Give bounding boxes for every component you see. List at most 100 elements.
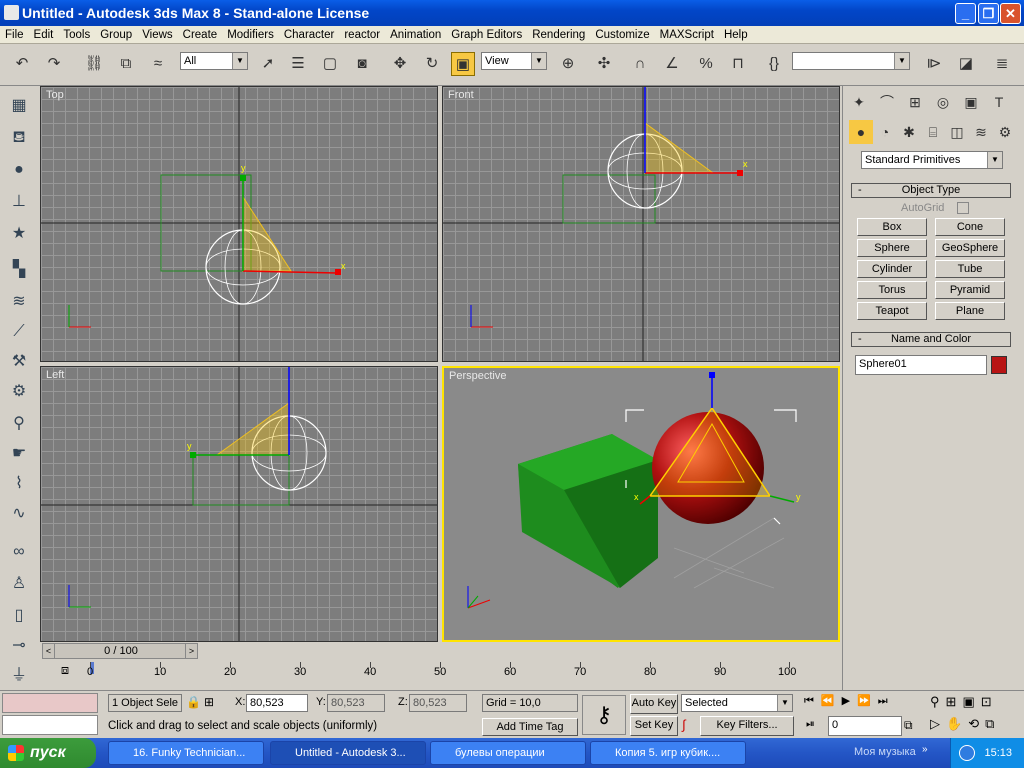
link-tool-icon[interactable]: ∞ — [7, 540, 31, 564]
trackbar[interactable]: 0 10 20 30 40 50 60 70 80 90 100 — [87, 662, 796, 686]
task-funky-technician[interactable]: 16. Funky Technician... — [108, 741, 264, 765]
spring-tool-icon[interactable]: ≋ — [7, 290, 31, 314]
app-icon[interactable] — [4, 5, 19, 20]
gear-icon[interactable]: ⚙ — [7, 380, 31, 404]
name-color-header[interactable]: - Name and Color — [851, 332, 1011, 347]
pivot-center-icon[interactable]: ⊕ — [556, 52, 580, 76]
tube-button[interactable]: Tube — [935, 260, 1005, 278]
geosphere-button[interactable]: GeoSphere — [935, 239, 1005, 257]
arc-rotate-icon[interactable]: ⟲ — [968, 716, 985, 731]
maxscript-listener-pink[interactable] — [2, 693, 98, 713]
auto-key-button[interactable]: Auto Key — [630, 694, 678, 714]
lights-icon[interactable]: ✱ — [897, 120, 921, 144]
trackbar-menu-icon[interactable]: ⧈ — [52, 662, 78, 680]
object-type-header[interactable]: - Object Type — [851, 183, 1011, 198]
window-crossing-icon[interactable]: ◙ — [350, 52, 374, 76]
restore-button[interactable]: ❐ — [978, 3, 999, 24]
task-3dsmax[interactable]: Untitled - Autodesk 3... — [270, 741, 426, 765]
modify-tab-icon[interactable]: ⌒ — [875, 90, 899, 114]
go-to-start-icon[interactable]: ⏮ — [804, 695, 821, 707]
menu-customize[interactable]: Customize — [590, 26, 654, 43]
task-word-doc[interactable]: Копия 5. игр кубик.... — [590, 741, 746, 765]
task-boolean-ops[interactable]: булевы операции — [430, 741, 586, 765]
helpers-icon[interactable]: ◫ — [945, 120, 969, 144]
checker-tool-icon[interactable]: ▚ — [7, 258, 31, 282]
autogrid-checkbox[interactable] — [957, 202, 969, 214]
viewport-front[interactable]: x Front — [442, 86, 840, 362]
layer-manager-icon[interactable]: ≣ — [990, 52, 1014, 76]
prev-frame-icon[interactable]: < — [43, 644, 55, 658]
menu-character[interactable]: Character — [279, 26, 340, 43]
bone-tool-icon[interactable]: ⟋ — [7, 320, 31, 344]
manipulate-icon[interactable]: ✣ — [592, 52, 616, 76]
utilities-tab-icon[interactable]: T — [987, 90, 1011, 114]
y-coord-input[interactable]: 80,523 — [327, 694, 385, 712]
play-icon[interactable]: ▶ — [842, 695, 857, 707]
zoom-icon[interactable]: ⚲ — [930, 694, 946, 709]
teapot-tool-icon[interactable]: ⛾ — [7, 126, 31, 150]
spacewarps-icon[interactable]: ≋ — [969, 120, 993, 144]
angle-snap-icon[interactable]: ∠ — [660, 52, 684, 76]
lock-icon[interactable]: 🔒 — [186, 695, 201, 709]
geometry-icon[interactable]: ● — [849, 120, 873, 144]
maxscript-listener-white[interactable] — [2, 715, 98, 735]
move-icon[interactable]: ✥ — [388, 52, 412, 76]
menu-group[interactable]: Group — [95, 26, 137, 43]
set-key-button[interactable]: Set Key — [630, 716, 678, 736]
time-config-icon[interactable]: ⧉ — [904, 718, 913, 733]
menu-graph-editors[interactable]: Graph Editors — [446, 26, 527, 43]
key-mode-dropdown[interactable]: Selected ▼ — [681, 694, 793, 712]
object-name-input[interactable]: Sphere01 — [855, 355, 987, 375]
select-object-icon[interactable]: ➚ — [256, 52, 280, 76]
select-by-name-icon[interactable]: ☰ — [286, 52, 310, 76]
menu-edit[interactable]: Edit — [29, 26, 59, 43]
prev-key-icon[interactable]: ⏪ — [821, 695, 842, 707]
biped-tool-icon[interactable]: ♙ — [7, 572, 31, 596]
box-button[interactable]: Box — [857, 218, 927, 236]
viewport-top[interactable]: x y Top — [40, 86, 438, 362]
key-icon[interactable]: ⚷ — [582, 695, 626, 735]
cylinder-button[interactable]: Cylinder — [857, 260, 927, 278]
pin-tool-icon[interactable]: ⚲ — [7, 412, 31, 436]
panel-tool-icon[interactable]: ▯ — [7, 604, 31, 628]
light-tool-icon[interactable]: ⊥ — [7, 190, 31, 214]
hierarchy-tab-icon[interactable]: ⊞ — [903, 90, 927, 114]
add-time-tag-button[interactable]: Add Time Tag — [482, 718, 578, 736]
spinner-snap-icon[interactable]: ⊓ — [726, 52, 750, 76]
maximize-viewport-icon[interactable]: ⧉ — [985, 716, 1000, 731]
tangent-icon[interactable]: ∫ — [682, 717, 686, 732]
key-mode-toggle-icon[interactable]: ⏯ — [806, 718, 815, 731]
wave-tool-icon[interactable]: ∿ — [7, 502, 31, 526]
next-frame-icon[interactable]: > — [185, 644, 197, 658]
minimize-button[interactable]: _ — [955, 3, 976, 24]
tray-icon[interactable] — [959, 745, 975, 761]
zoom-extents-icon[interactable]: ▣ — [962, 694, 980, 709]
rectangular-region-icon[interactable]: ▢ — [318, 52, 342, 76]
mirror-icon[interactable]: ⧐ — [922, 52, 946, 76]
object-color-swatch[interactable] — [991, 356, 1007, 374]
current-frame-input[interactable]: 0 — [828, 716, 902, 736]
expand-toolbar-icon[interactable]: » — [922, 744, 928, 755]
pyramid-button[interactable]: Pyramid — [935, 281, 1005, 299]
motion-tab-icon[interactable]: ◎ — [931, 90, 955, 114]
scale-icon[interactable]: ▣ — [451, 52, 475, 76]
named-selection-dropdown[interactable]: ▼ — [792, 52, 910, 70]
teapot-button[interactable]: Teapot — [857, 302, 927, 320]
next-key-icon[interactable]: ⏩ — [857, 695, 878, 707]
select-link-icon[interactable]: ⛓ — [82, 52, 106, 76]
edit-named-selection-icon[interactable]: {} — [762, 52, 786, 76]
shapes-icon[interactable]: ◔ — [873, 120, 897, 144]
menu-modifiers[interactable]: Modifiers — [222, 26, 279, 43]
key-filters-button[interactable]: Key Filters... — [700, 716, 794, 736]
menu-tools[interactable]: Tools — [58, 26, 95, 43]
my-music-toolbar[interactable]: Моя музыка — [854, 746, 916, 758]
viewport-left[interactable]: y Left — [40, 366, 438, 642]
systems-icon[interactable]: ⚙ — [993, 120, 1017, 144]
absolute-mode-icon[interactable]: ⊞ — [204, 695, 214, 709]
rotate-icon[interactable]: ↻ — [420, 52, 444, 76]
field-of-view-icon[interactable]: ▷ — [930, 716, 946, 731]
zoom-all-icon[interactable]: ⊞ — [946, 694, 963, 709]
menu-views[interactable]: Views — [137, 26, 177, 43]
star-tool-icon[interactable]: ★ — [7, 222, 31, 246]
menu-maxscript[interactable]: MAXScript — [655, 26, 719, 43]
